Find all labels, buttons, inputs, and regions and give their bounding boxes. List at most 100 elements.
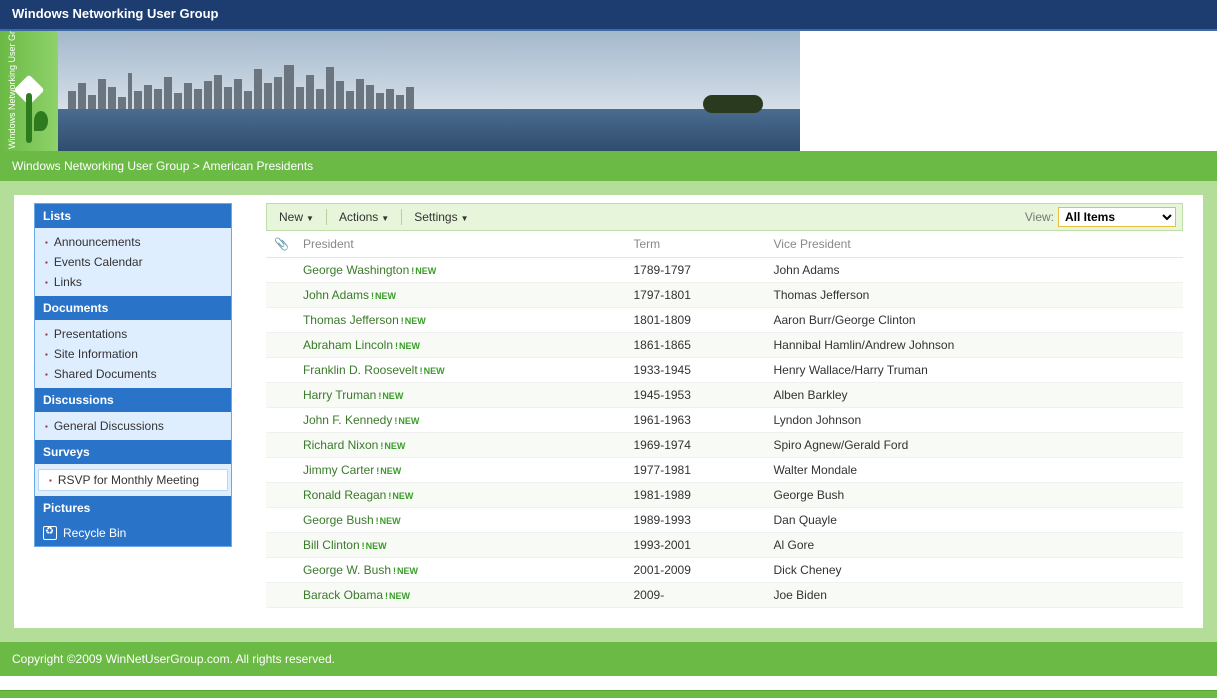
- sidebar-item[interactable]: General Discussions: [35, 416, 231, 436]
- recycle-icon: [43, 526, 57, 540]
- list-toolbar: New▼ Actions▼ Settings▼ View: All Items: [266, 203, 1183, 231]
- sidebar-item[interactable]: Links: [35, 272, 231, 292]
- president-link[interactable]: John Adams: [303, 288, 369, 302]
- new-badge: NEW: [362, 541, 387, 551]
- president-link[interactable]: Jimmy Carter: [303, 463, 374, 477]
- president-link[interactable]: George Bush: [303, 513, 374, 527]
- breadcrumb: Windows Networking User Group > American…: [0, 151, 1217, 181]
- table-row: John AdamsNEW 1797-1801Thomas Jefferson: [266, 283, 1183, 308]
- column-president[interactable]: President: [299, 231, 630, 258]
- president-link[interactable]: Abraham Lincoln: [303, 338, 393, 352]
- breadcrumb-separator: >: [193, 159, 200, 173]
- president-link[interactable]: Bill Clinton: [303, 538, 360, 552]
- sidebar-section-header: Lists: [35, 204, 231, 228]
- term-cell: 1981-1989: [630, 483, 770, 508]
- president-link[interactable]: Franklin D. Roosevelt: [303, 363, 418, 377]
- vp-cell: Alben Barkley: [770, 383, 1184, 408]
- vp-cell: Spiro Agnew/Gerald Ford: [770, 433, 1184, 458]
- column-vice-president[interactable]: Vice President: [770, 231, 1184, 258]
- copyright-text: Copyright ©2009 WinNetUserGroup.com. All…: [12, 652, 335, 666]
- table-row: Bill ClintonNEW1993-2001Al Gore: [266, 533, 1183, 558]
- toolbar-new[interactable]: New▼: [273, 208, 320, 226]
- president-link[interactable]: Richard Nixon: [303, 438, 378, 452]
- president-link[interactable]: Harry Truman: [303, 388, 376, 402]
- dropdown-icon: ▼: [381, 214, 389, 223]
- view-label: View:: [1025, 210, 1054, 224]
- term-cell: 1961-1963: [630, 408, 770, 433]
- table-row: Thomas JeffersonNEW 1801-1809Aaron Burr/G…: [266, 308, 1183, 333]
- sidebar-section-header: Documents: [35, 296, 231, 320]
- table-row: Barack ObamaNEW2009-Joe Biden: [266, 583, 1183, 608]
- vp-cell: Hannibal Hamlin/Andrew Johnson: [770, 333, 1184, 358]
- table-row: George BushNEW1989-1993Dan Quayle: [266, 508, 1183, 533]
- new-badge: NEW: [393, 566, 418, 576]
- term-cell: 1977-1981: [630, 458, 770, 483]
- president-link[interactable]: Barack Obama: [303, 588, 383, 602]
- sidebar: Lists AnnouncementsEvents CalendarLinks Do…: [34, 203, 232, 547]
- bottom-strip: [0, 690, 1217, 698]
- table-row: Harry TrumanNEW 1945-1953Alben Barkley: [266, 383, 1183, 408]
- breadcrumb-current: American Presidents: [202, 159, 313, 173]
- president-link[interactable]: Ronald Reagan: [303, 488, 386, 502]
- vp-cell: Joe Biden: [770, 583, 1184, 608]
- president-link[interactable]: John F. Kennedy: [303, 413, 392, 427]
- term-cell: 1945-1953: [630, 383, 770, 408]
- sidebar-item[interactable]: Events Calendar: [35, 252, 231, 272]
- vp-cell: Henry Wallace/Harry Truman: [770, 358, 1184, 383]
- view-selector[interactable]: All Items: [1058, 207, 1176, 227]
- presidents-table: 📎 President Term Vice President George W…: [266, 231, 1183, 608]
- term-cell: 1797-1801: [630, 283, 770, 308]
- new-badge: NEW: [395, 341, 420, 351]
- column-term[interactable]: Term: [630, 231, 770, 258]
- term-cell: 1861-1865: [630, 333, 770, 358]
- president-link[interactable]: George W. Bush: [303, 563, 391, 577]
- site-title: Windows Networking User Group: [12, 6, 218, 21]
- banner-logo: Windows Networking User Group: [0, 31, 58, 151]
- column-attachment[interactable]: 📎: [266, 231, 299, 258]
- breadcrumb-root[interactable]: Windows Networking User Group: [12, 159, 189, 173]
- vp-cell: Dan Quayle: [770, 508, 1184, 533]
- sidebar-item[interactable]: Site Information: [35, 344, 231, 364]
- sidebar-section-header: Pictures: [35, 496, 231, 520]
- term-cell: 1933-1945: [630, 358, 770, 383]
- sidebar-item[interactable]: Presentations: [35, 324, 231, 344]
- new-badge: NEW: [411, 266, 436, 276]
- term-cell: 2009-: [630, 583, 770, 608]
- vp-cell: Aaron Burr/George Clinton: [770, 308, 1184, 333]
- dropdown-icon: ▼: [306, 214, 314, 223]
- vp-cell: Lyndon Johnson: [770, 408, 1184, 433]
- banner-logo-text: Windows Networking User Group: [7, 31, 17, 149]
- table-row: Jimmy CarterNEW1977-1981Walter Mondale: [266, 458, 1183, 483]
- vp-cell: Thomas Jefferson: [770, 283, 1184, 308]
- term-cell: 1969-1974: [630, 433, 770, 458]
- president-link[interactable]: George Washington: [303, 263, 409, 277]
- new-badge: NEW: [401, 316, 426, 326]
- table-row: John F. KennedyNEW 1961-1963Lyndon Johnso…: [266, 408, 1183, 433]
- table-row: Ronald ReaganNEW1981-1989George Bush: [266, 483, 1183, 508]
- dropdown-icon: ▼: [461, 214, 469, 223]
- vp-cell: Dick Cheney: [770, 558, 1184, 583]
- president-link[interactable]: Thomas Jefferson: [303, 313, 399, 327]
- new-badge: NEW: [378, 391, 403, 401]
- table-row: George WashingtonNEW 1789-1797John Adams: [266, 258, 1183, 283]
- term-cell: 1801-1809: [630, 308, 770, 333]
- sidebar-section-header: Discussions: [35, 388, 231, 412]
- term-cell: 1789-1797: [630, 258, 770, 283]
- main-content: New▼ Actions▼ Settings▼ View: All Items: [266, 203, 1183, 608]
- recycle-bin[interactable]: Recycle Bin: [35, 520, 231, 546]
- new-badge: NEW: [388, 491, 413, 501]
- toolbar-settings[interactable]: Settings▼: [408, 208, 474, 226]
- vp-cell: John Adams: [770, 258, 1184, 283]
- table-row: George W. BushNEW2001-2009Dick Cheney: [266, 558, 1183, 583]
- banner-image: [58, 31, 800, 151]
- site-header: Windows Networking User Group: [0, 0, 1217, 31]
- footer: Copyright ©2009 WinNetUserGroup.com. All…: [0, 642, 1217, 676]
- new-badge: NEW: [371, 291, 396, 301]
- sidebar-item[interactable]: Shared Documents: [35, 364, 231, 384]
- new-badge: NEW: [394, 416, 419, 426]
- sidebar-item[interactable]: RSVP for Monthly Meeting: [38, 469, 228, 491]
- toolbar-actions[interactable]: Actions▼: [333, 208, 395, 226]
- sidebar-item[interactable]: Announcements: [35, 232, 231, 252]
- banner: Windows Networking User Group: [0, 31, 1217, 151]
- table-row: Abraham LincolnNEW 1861-1865Hannibal Haml…: [266, 333, 1183, 358]
